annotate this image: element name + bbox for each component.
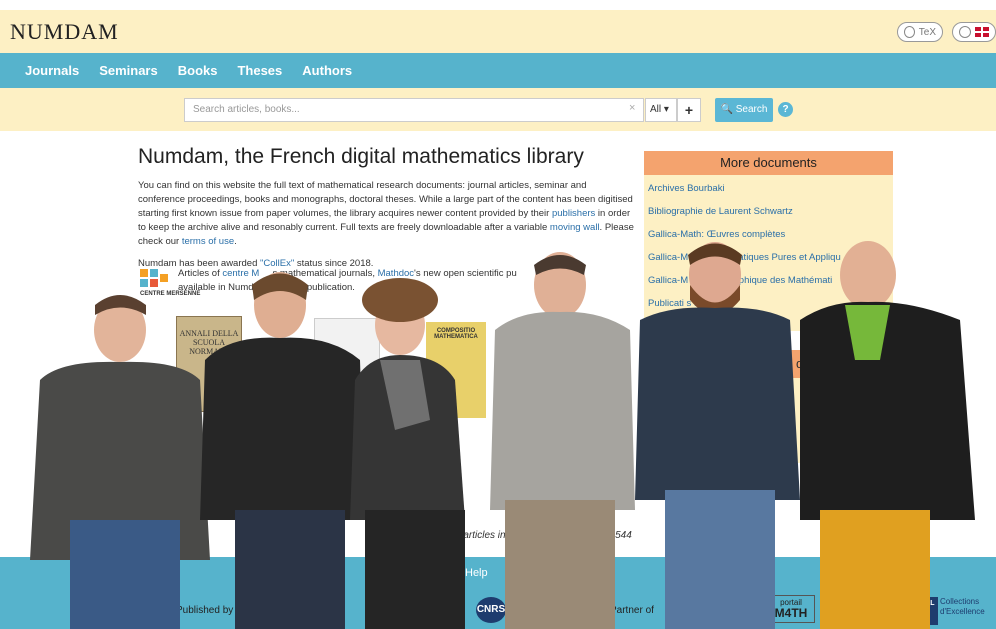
collex-badge-logo[interactable]: COLL EX — [912, 597, 938, 625]
numdam-logo[interactable]: NUMDAM — [10, 19, 119, 45]
language-toggle-button[interactable] — [952, 22, 996, 42]
clear-icon[interactable]: × — [629, 102, 635, 114]
portail-line2: M4TH — [774, 606, 808, 620]
mersenne-text: available in Numd — [178, 282, 254, 293]
more-documents-title: More documents — [644, 151, 893, 175]
mersenne-text: vice, are — [540, 268, 577, 279]
nav-authors[interactable]: Authors — [302, 63, 352, 78]
more-documents-panel: More documents Archives Bourbaki Bibliog… — [644, 151, 893, 331]
advanced-search-button[interactable]: + — [677, 98, 701, 122]
nav-journals[interactable]: Journals — [25, 63, 79, 78]
tex-label: TeX — [918, 26, 936, 38]
collex-footer-text: Collections d'Excellence — [940, 597, 985, 617]
mersenne-paragraph: Articles of centre M s mathematical jour… — [178, 267, 628, 295]
more-documents-item[interactable]: Bibliographie de Laurent Schwartz — [644, 203, 893, 221]
terms-of-use-link[interactable]: terms of use — [182, 236, 234, 247]
more-documents-item[interactable]: Gallica-M re Bibliographique des Mathéma… — [644, 272, 893, 290]
footer-links: Help L tact — [465, 567, 591, 579]
mersenne-text: 's new open scientific pu — [414, 268, 517, 279]
calendar-panel-header: dar — [644, 350, 893, 378]
nav-seminars[interactable]: Seminars — [99, 63, 158, 78]
page-title: Numdam, the French digital mathematics l… — [138, 145, 584, 168]
search-scope-dropdown[interactable]: All ▾ — [645, 98, 677, 122]
calendar-title: dar — [796, 356, 815, 371]
cover-title: COMPOSITIO MATHEMATICA — [434, 328, 478, 340]
journal-cover[interactable]: COMPOSITIO MATHEMATICA — [426, 322, 486, 418]
calendar-panel — [644, 378, 893, 463]
site-header: NUMDAM TeX — [0, 10, 996, 53]
cnrs-logo[interactable]: CNRS — [476, 597, 506, 623]
nav-books[interactable]: Books — [178, 63, 218, 78]
mersenne-text: Articles of — [178, 268, 223, 279]
main-content: Numdam, the French digital mathematics l… — [138, 145, 634, 297]
journal-cover[interactable] — [314, 318, 380, 414]
mathdoc-link[interactable]: Mathdoc — [378, 268, 414, 279]
search-input[interactable]: Search articles, books... — [184, 98, 644, 122]
more-documents-item[interactable]: Gallica-Math: Œuvres complètes — [644, 226, 893, 244]
moving-wall-link[interactable]: moving wall — [550, 222, 600, 233]
search-bar: Search articles, books... × All ▾ + 🔍 Se… — [0, 88, 996, 131]
tex-toggle-button[interactable]: TeX — [897, 22, 943, 42]
search-button[interactable]: 🔍 Search — [715, 98, 773, 122]
portail-math-logo[interactable]: portail M4TH — [767, 595, 815, 623]
collex-footer-line: d'Excellence — [940, 607, 985, 616]
intro-text: . — [234, 236, 237, 247]
more-documents-item[interactable]: Gallica-M de Mathématiques Pures et Appl… — [644, 249, 893, 267]
toggle-circle-icon — [904, 26, 915, 38]
site-footer: Help L tact Published by CNRS Partner of… — [0, 557, 996, 629]
footer-legal-link[interactable]: L — [528, 567, 534, 579]
main-nav: Journals Seminars Books Theses Authors — [0, 53, 996, 88]
uk-flag-icon — [975, 27, 989, 37]
partner-of-label: Partner of — [610, 605, 654, 616]
publishers-link[interactable]: publishers — [552, 208, 595, 219]
centre-mersenne-link[interactable]: centre M — [222, 268, 259, 279]
journal-cover[interactable]: ANNALI DELLA SCUOLA NORMALE — [176, 316, 242, 412]
intro-paragraph: You can find on this website the full te… — [138, 179, 634, 249]
published-by-label: Published by — [176, 605, 234, 616]
nav-theses[interactable]: Theses — [237, 63, 282, 78]
mersenne-text: after publication. — [285, 282, 355, 293]
footer-help-link[interactable]: Help — [465, 567, 488, 579]
toggle-circle-icon — [959, 26, 971, 38]
cover-title: ANNALI DELLA SCUOLA NORMALE — [179, 329, 239, 356]
help-icon[interactable]: ? — [778, 102, 793, 117]
collex-footer-line: Collections — [940, 597, 980, 606]
mersenne-text: s mathematical journals, — [272, 268, 378, 279]
more-documents-item[interactable]: Archives Bourbaki — [644, 180, 893, 198]
more-documents-item[interactable]: Publicati s d'Orsay — [644, 295, 893, 313]
collection-stats: 9 articles in s in 5 collect es nting 10… — [455, 530, 632, 541]
footer-contact-link[interactable]: tact — [574, 567, 592, 579]
